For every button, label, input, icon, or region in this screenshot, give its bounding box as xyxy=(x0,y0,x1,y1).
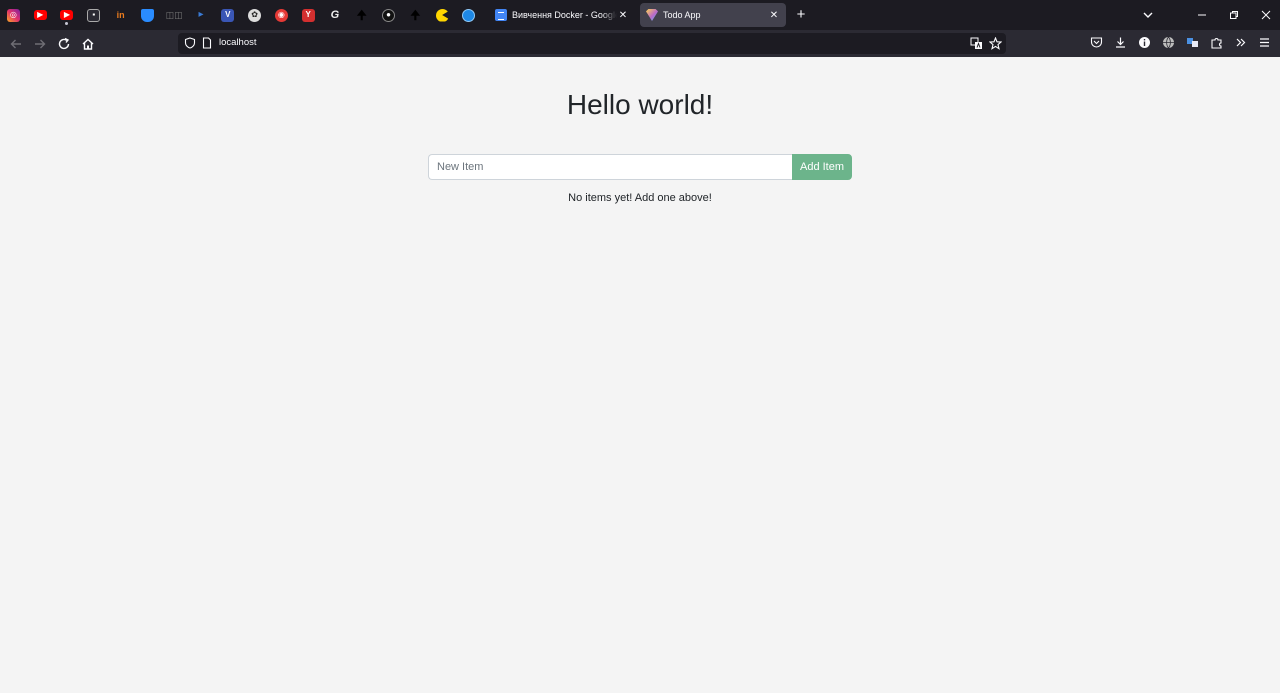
minimize-icon xyxy=(1198,14,1206,16)
image-icon: ▪ xyxy=(87,8,101,22)
address-bar[interactable]: localhost xyxy=(178,33,1006,54)
chatgpt-icon: ✿ xyxy=(248,8,262,22)
back-button[interactable] xyxy=(6,34,26,54)
page-content: Hello world! Add Item No items yet! Add … xyxy=(0,57,1280,693)
page-title: Hello world! xyxy=(566,89,714,120)
globe-icon xyxy=(462,8,476,22)
chevron-down-icon xyxy=(1143,12,1153,18)
url-text[interactable]: localhost xyxy=(219,37,257,48)
camera-icon: ◉ xyxy=(274,8,288,22)
empty-list-message: No items yet! Add one above! xyxy=(568,192,712,204)
new-item-input[interactable] xyxy=(428,154,793,180)
info-icon xyxy=(1138,36,1150,48)
translate-button[interactable] xyxy=(968,35,984,51)
tab-title: Todo App xyxy=(663,10,701,20)
vpn-extension-button[interactable] xyxy=(1160,34,1176,50)
pinned-tab-upload-2[interactable]: 🠉 xyxy=(402,0,429,30)
list-all-tabs-button[interactable] xyxy=(1140,7,1156,23)
tab-docker-doc[interactable]: Вивчення Docker - Google Док ✕ xyxy=(489,3,635,27)
google-docs-icon xyxy=(495,9,507,21)
pinned-tab-g[interactable]: G xyxy=(322,0,349,30)
pinned-tab-play[interactable]: ▸ xyxy=(188,0,215,30)
in-icon: in xyxy=(116,9,125,20)
shield-icon xyxy=(184,37,196,49)
add-item-button[interactable]: Add Item xyxy=(792,154,852,180)
bookmark-button[interactable] xyxy=(987,35,1003,51)
pinned-tab-instagram[interactable]: ◎ xyxy=(0,0,27,30)
youtube-icon: ▶ xyxy=(60,10,74,20)
pocket-button[interactable] xyxy=(1088,34,1104,50)
puzzle-icon xyxy=(1210,37,1222,49)
upload-icon: 🠉 xyxy=(356,8,367,22)
play-icon: ▸ xyxy=(198,9,204,20)
pinned-tab-in[interactable]: in xyxy=(107,0,134,30)
pinned-tab-pacman[interactable] xyxy=(429,0,456,30)
reload-icon xyxy=(58,37,70,50)
pinned-tab-youtube-2[interactable]: ▶ xyxy=(54,0,81,30)
pacman-icon xyxy=(435,8,449,22)
pinned-tab-image[interactable]: ▪ xyxy=(80,0,107,30)
site-info-button[interactable] xyxy=(199,35,215,51)
tab-strip: ◎ ▶ ▶ ▪ in ◫◫ ▸ V ✿ ◉ Y G 🠉 ● 🠉 Вивчення… xyxy=(0,0,1280,30)
pinned-tab-upload[interactable]: 🠉 xyxy=(348,0,375,30)
v-icon: V xyxy=(221,8,235,22)
forward-button[interactable] xyxy=(30,34,50,54)
app-menu-button[interactable] xyxy=(1256,34,1272,50)
arrow-left-icon xyxy=(10,39,21,49)
g-icon: G xyxy=(328,8,342,22)
pinned-tab-youtube[interactable]: ▶ xyxy=(27,0,54,30)
close-tab-icon[interactable]: ✕ xyxy=(768,10,780,21)
youtube-icon: ▶ xyxy=(33,10,47,20)
translate-icon xyxy=(970,37,982,49)
globe-icon xyxy=(1162,36,1174,49)
pocket-icon xyxy=(1090,36,1102,48)
close-window-button[interactable] xyxy=(1250,0,1280,30)
download-icon xyxy=(1115,37,1125,48)
tab-todo-app[interactable]: Todo App ✕ xyxy=(640,3,786,27)
close-icon xyxy=(1261,10,1271,20)
glasses-icon: ◫◫ xyxy=(165,9,183,20)
pinned-tab-v[interactable]: V xyxy=(214,0,241,30)
downloads-button[interactable] xyxy=(1112,34,1128,50)
tracking-protection-button[interactable] xyxy=(182,35,198,51)
pinned-tab-shield[interactable] xyxy=(134,0,161,30)
agent-icon: ● xyxy=(382,8,396,22)
pinned-tab-globe[interactable] xyxy=(456,0,483,30)
restore-icon xyxy=(1230,11,1238,19)
y-icon: Y xyxy=(301,8,315,22)
home-icon xyxy=(82,38,94,50)
star-icon xyxy=(988,36,1002,50)
hamburger-menu-icon xyxy=(1259,37,1269,47)
page-icon xyxy=(202,37,212,49)
translate-icon xyxy=(1186,37,1198,47)
pinned-tab-chatgpt[interactable]: ✿ xyxy=(241,0,268,30)
minimize-button[interactable] xyxy=(1186,0,1218,30)
more-tools-button[interactable] xyxy=(1232,34,1248,50)
upload-icon: 🠉 xyxy=(410,8,421,22)
chevron-double-right-icon xyxy=(1236,38,1245,46)
pinned-tab-glasses[interactable]: ◫◫ xyxy=(161,0,188,30)
navigation-toolbar: localhost xyxy=(0,30,1280,57)
pinned-tabs: ◎ ▶ ▶ ▪ in ◫◫ ▸ V ✿ ◉ Y G 🠉 ● 🠉 xyxy=(0,0,482,30)
restore-button[interactable] xyxy=(1218,0,1250,30)
home-button[interactable] xyxy=(78,34,98,54)
reload-button[interactable] xyxy=(54,34,74,54)
instagram-icon: ◎ xyxy=(6,8,20,22)
extension-info-button[interactable] xyxy=(1136,34,1152,50)
pinned-tab-camera[interactable]: ◉ xyxy=(268,0,295,30)
todo-app-icon xyxy=(646,9,658,21)
playing-indicator xyxy=(65,22,69,25)
tab-title: Вивчення Docker - Google Док xyxy=(512,10,617,20)
pinned-tab-y[interactable]: Y xyxy=(295,0,322,30)
new-tab-button[interactable]: + xyxy=(792,5,810,25)
shield-icon xyxy=(140,8,154,22)
pinned-tab-agent[interactable]: ● xyxy=(375,0,402,30)
close-tab-icon[interactable]: ✕ xyxy=(617,10,629,21)
translator-extension-button[interactable] xyxy=(1184,34,1200,50)
extensions-button[interactable] xyxy=(1208,34,1224,50)
arrow-right-icon xyxy=(35,39,46,49)
